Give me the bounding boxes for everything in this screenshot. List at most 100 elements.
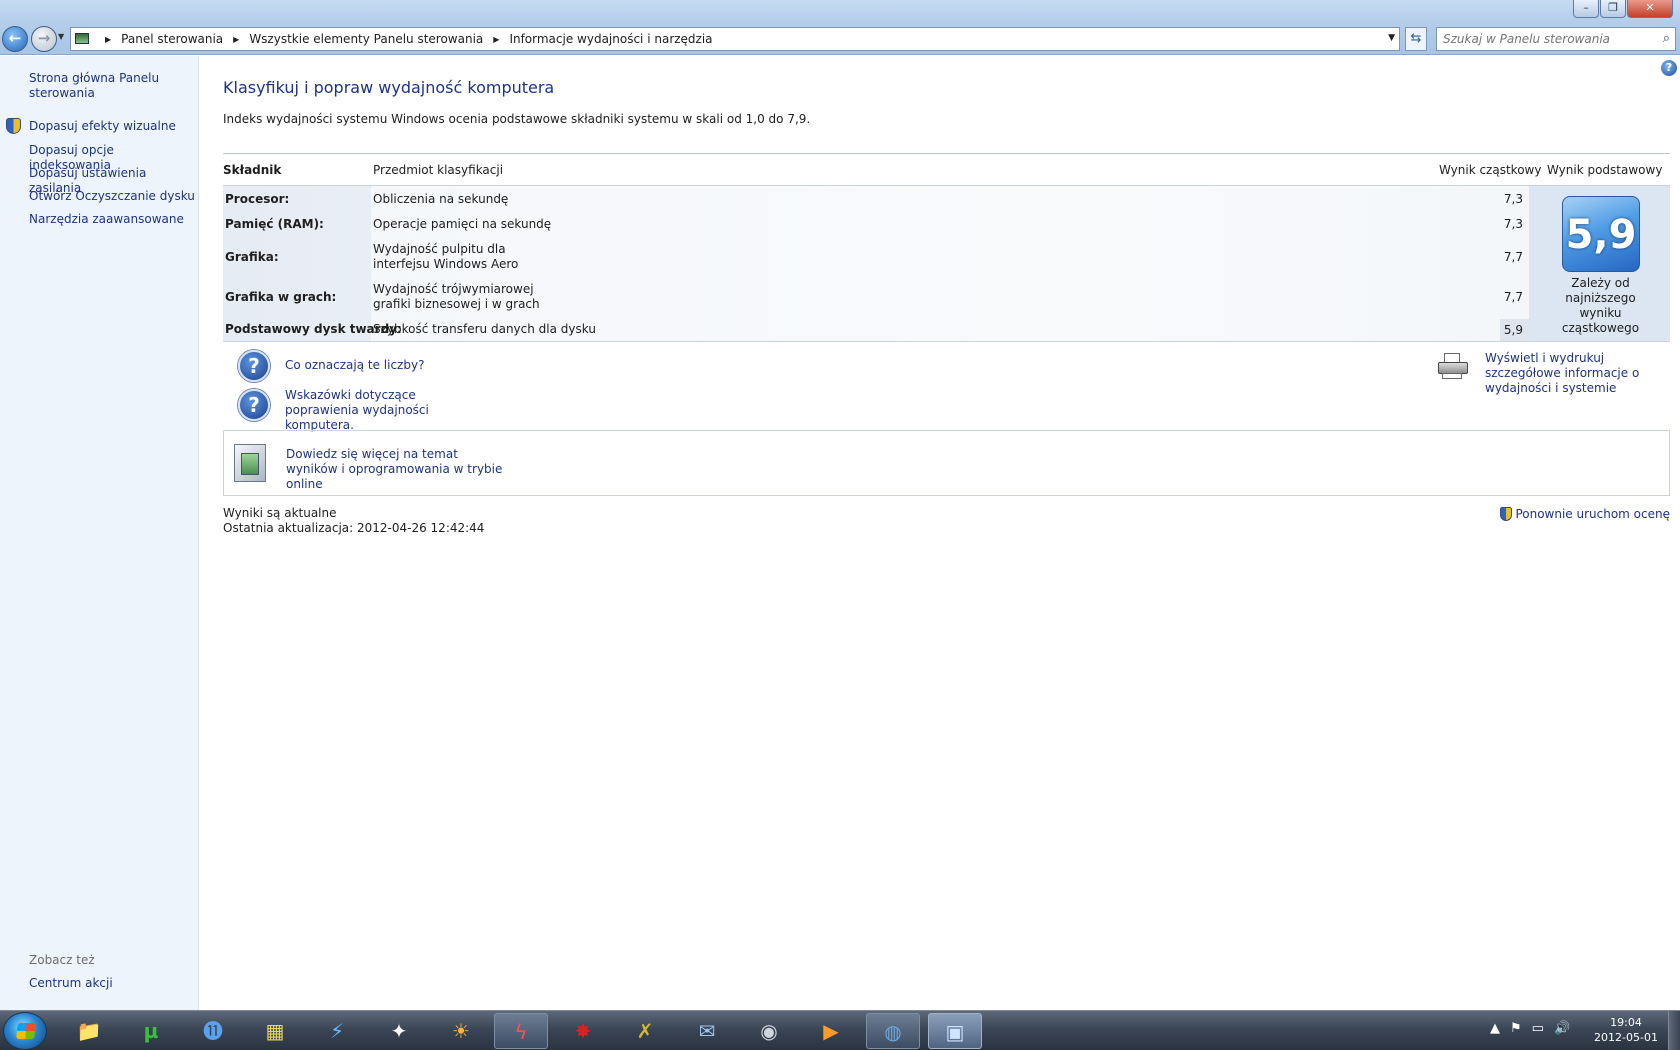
breadcrumb-item-control-panel[interactable]: Panel sterowania <box>121 32 223 46</box>
minimize-button[interactable]: – <box>1573 0 1599 18</box>
taskbar: 📁 µ ⓫ ▦ ⚡ ✦ ☀ ϟ ✸ ✗ ✉ ◉ ▶ ◍ ▣ ▲ ⚑ ▭ 🔊 19… <box>0 1010 1680 1050</box>
taskbar-app-11-icon[interactable]: ⓫ <box>186 1013 240 1049</box>
search-box[interactable]: ⌕ <box>1436 27 1676 51</box>
sidebar-item-visual-effects[interactable]: Dopasuj efekty wizualne <box>29 119 199 134</box>
last-update: Ostatnia aktualizacja: 2012-04-26 12:42:… <box>223 521 485 535</box>
row-component: Pamięć (RAM): <box>225 217 324 231</box>
table-header: Składnik Przedmiot klasyfikacji Wynik cz… <box>223 153 1670 185</box>
rerun-assessment-label[interactable]: Ponownie uruchom ocenę <box>1515 507 1670 521</box>
online-info-box: Dowiedz się więcej na temat wyników i op… <box>223 430 1670 496</box>
row-subject: Szybkość transferu danych dla dysku <box>373 322 596 336</box>
row-score: 7,3 <box>1503 217 1523 231</box>
sidebar-item-control-panel-home[interactable]: Strona główna Panelu sterowania <box>29 71 199 101</box>
table-row: Procesor: Obliczenia na sekundę 7,3 <box>223 192 1530 212</box>
row-component: Grafika w grach: <box>225 290 337 304</box>
main-content: ? Klasyfikuj i popraw wydajność komputer… <box>200 56 1680 1010</box>
forward-button[interactable]: → <box>31 26 57 52</box>
breadcrumb: ▶ Panel sterowania ▶ Wszystkie elementy … <box>95 32 713 46</box>
software-box-icon <box>234 444 266 482</box>
back-button[interactable]: ← <box>2 26 28 52</box>
table-row: Grafika w grach: Wydajność trójwymiarowe… <box>223 282 1530 314</box>
table-row: Pamięć (RAM): Operacje pamięci na sekund… <box>223 217 1530 237</box>
search-icon[interactable]: ⌕ <box>1663 31 1670 46</box>
close-button[interactable]: ✕ <box>1627 0 1673 18</box>
see-also-heading: Zobacz też <box>29 953 95 967</box>
address-bar[interactable]: ▶ Panel sterowania ▶ Wszystkie elementy … <box>70 27 1400 51</box>
header-subscore: Wynik cząstkowy <box>1439 163 1542 177</box>
sidebar-item-action-center[interactable]: Centrum akcji <box>29 976 199 991</box>
control-panel-icon <box>75 33 89 44</box>
status-text: Wyniki są aktualne Ostatnia aktualizacja… <box>223 506 484 536</box>
print-details-link[interactable]: Wyświetl i wydrukuj szczegółowe informac… <box>1485 351 1675 396</box>
table-body: Procesor: Obliczenia na sekundę 7,3 Pami… <box>223 185 1670 342</box>
taskbar-explorer-icon[interactable]: 📁 <box>62 1013 116 1049</box>
row-score: 7,7 <box>1503 290 1523 304</box>
score-table: Składnik Przedmiot klasyfikacji Wynik cz… <box>223 153 1670 342</box>
question-icon: ? <box>238 389 270 421</box>
breadcrumb-separator-icon[interactable]: ▶ <box>493 35 499 44</box>
taskbar-foxy-icon[interactable]: ✦ <box>372 1013 426 1049</box>
action-center-flag-icon[interactable]: ⚑ <box>1510 1021 1522 1036</box>
taskbar-utorrent-icon[interactable]: µ <box>124 1013 178 1049</box>
row-subject: Operacje pamięci na sekundę <box>373 217 552 231</box>
row-score-lowest: 5,9 <box>1500 319 1530 341</box>
breadcrumb-item-performance[interactable]: Informacje wydajności i narzędzia <box>509 32 712 46</box>
volume-icon[interactable]: 🔊 <box>1554 1021 1570 1036</box>
sidebar-item-advanced-tools[interactable]: Narzędzia zaawansowane <box>29 212 199 227</box>
show-hidden-icons-icon[interactable]: ▲ <box>1490 1021 1500 1036</box>
base-score-note: Zależy od najniższego wyniku cząstkowego <box>1561 276 1640 335</box>
printer-icon <box>1436 352 1468 380</box>
row-score: 7,3 <box>1503 192 1523 206</box>
show-desktop-button[interactable] <box>1668 1011 1680 1050</box>
taskbar-film-icon[interactable]: ▦ <box>248 1013 302 1049</box>
address-dropdown-icon[interactable]: ▼ <box>1388 33 1395 43</box>
question-icon: ? <box>238 350 270 382</box>
refresh-button[interactable]: ⇆ <box>1405 27 1427 51</box>
start-button[interactable] <box>3 1012 47 1050</box>
row-subject: Wydajność trójwymiarowej grafiki bizneso… <box>373 282 540 311</box>
recent-pages-dropdown-icon[interactable]: ▼ <box>58 32 64 41</box>
taskbar-flash-icon[interactable]: ϟ <box>494 1013 548 1049</box>
base-score-badge: 5,9 <box>1562 196 1640 272</box>
header-subject: Przedmiot klasyfikacji <box>373 163 504 177</box>
uac-shield-icon <box>6 118 21 134</box>
network-icon[interactable]: ▭ <box>1532 1021 1544 1036</box>
taskbar-media-icon[interactable]: ▶ <box>804 1013 858 1049</box>
taskbar-globe-icon[interactable]: ◍ <box>866 1013 920 1049</box>
breadcrumb-separator-icon[interactable]: ▶ <box>105 35 111 44</box>
header-base-score: Wynik podstawowy <box>1547 163 1663 177</box>
taskbar-x-app-icon[interactable]: ✗ <box>618 1013 672 1049</box>
breadcrumb-item-all-items[interactable]: Wszystkie elementy Panelu sterowania <box>249 32 483 46</box>
breadcrumb-separator-icon[interactable]: ▶ <box>233 35 239 44</box>
row-subject: Obliczenia na sekundę <box>373 192 509 206</box>
taskbar-control-panel-icon[interactable]: ▣ <box>928 1013 982 1049</box>
base-score-panel: 5,9 Zależy od najniższego wyniku cząstko… <box>1529 186 1670 341</box>
row-component: Procesor: <box>225 192 290 206</box>
clock[interactable]: 19:04 2012-05-01 <box>1590 1015 1662 1045</box>
taskbar-steam-icon[interactable]: ◉ <box>742 1013 796 1049</box>
performance-tips-link[interactable]: Wskazówki dotyczące poprawienia wydajnoś… <box>285 388 485 433</box>
intro-text: Indeks wydajności systemu Windows ocenia… <box>223 112 811 126</box>
taskbar-splat-icon[interactable]: ✸ <box>556 1013 610 1049</box>
clock-date: 2012-05-01 <box>1594 1031 1658 1044</box>
window-titlebar: – ❐ ✕ ← → ▼ ▶ Panel sterowania ▶ Wszystk… <box>0 0 1680 55</box>
taskbar-thunderbolt-icon[interactable]: ⚡ <box>310 1013 364 1049</box>
uac-shield-icon <box>1500 507 1513 521</box>
table-row: Podstawowy dysk twardy: Szybkość transfe… <box>223 319 1530 342</box>
taskbar-mail-icon[interactable]: ✉ <box>680 1013 734 1049</box>
sidebar: Strona główna Panelu sterowania Dopasuj … <box>0 56 199 1010</box>
page-title: Klasyfikuj i popraw wydajność komputera <box>223 78 555 97</box>
help-icon[interactable]: ? <box>1661 60 1677 76</box>
rerun-assessment-link[interactable]: Ponownie uruchom ocenę <box>1500 507 1670 521</box>
what-numbers-mean-link[interactable]: Co oznaczają te liczby? <box>285 358 424 373</box>
row-score: 7,7 <box>1503 250 1523 264</box>
taskbar-sun-icon[interactable]: ☀ <box>434 1013 488 1049</box>
learn-more-online-link[interactable]: Dowiedz się więcej na temat wyników i op… <box>286 447 506 492</box>
search-input[interactable] <box>1443 29 1648 49</box>
maximize-button[interactable]: ❐ <box>1600 0 1626 18</box>
row-component: Grafika: <box>225 250 279 264</box>
clock-time: 19:04 <box>1610 1016 1642 1029</box>
table-row: Grafika: Wydajność pulpitu dla interfejs… <box>223 242 1530 274</box>
header-component: Składnik <box>223 163 282 177</box>
sidebar-item-disk-cleanup[interactable]: Otwórz Oczyszczanie dysku <box>29 189 199 204</box>
